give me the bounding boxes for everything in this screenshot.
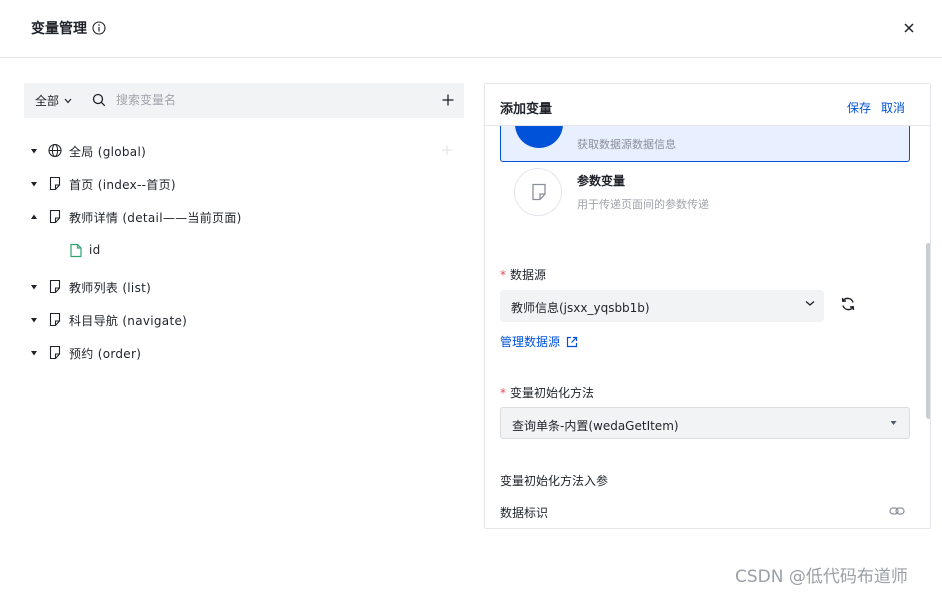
datasource-label: * 数据源 [500, 268, 547, 282]
page-icon [49, 345, 61, 360]
tree-item-label: 科目导航 (navigate) [69, 314, 188, 328]
search-input[interactable] [116, 90, 416, 110]
tree-item-detail[interactable]: 教师详情 (detail——当前页面) [0, 206, 460, 228]
add-variable-icon[interactable] [441, 93, 455, 107]
scrollbar-thumb[interactable] [926, 243, 930, 419]
close-icon[interactable] [900, 19, 918, 37]
refresh-icon[interactable] [840, 296, 856, 312]
manage-datasource-link[interactable]: 管理数据源 [500, 333, 578, 350]
caret-down-icon[interactable] [30, 283, 38, 291]
caret-down-icon[interactable] [30, 147, 38, 155]
caret-down-icon [890, 421, 897, 425]
cancel-button[interactable]: 取消 [881, 99, 905, 116]
page-icon [49, 209, 61, 224]
tree-item-navigate[interactable]: 科目导航 (navigate) [0, 309, 460, 331]
datasource-select[interactable]: 教师信息(jsxx_yqsbb1b) [500, 290, 824, 322]
tree-item-id[interactable]: id [0, 240, 460, 262]
init-method-select-value: 查询单条-内置(wedaGetItem) [512, 419, 679, 433]
caret-up-icon[interactable] [30, 213, 38, 221]
caret-down-icon[interactable] [30, 180, 38, 188]
add-variable-panel: 添加变量 保存 取消 获取数据源数据信息 参数变量 用于传递页面间的参数传递 *… [484, 83, 931, 529]
page-icon [49, 312, 61, 327]
info-icon[interactable] [92, 21, 106, 35]
variable-toolbar: 全部 [24, 83, 464, 118]
tree-item-label: id [89, 243, 101, 257]
page-icon [532, 183, 546, 201]
tree-item-label: 教师列表 (list) [69, 281, 152, 295]
panel-header: 添加变量 保存 取消 [485, 84, 930, 126]
tree-item-label: 预约 (order) [69, 347, 142, 361]
watermark: CSDN @低代码布道师 [735, 567, 908, 587]
add-icon[interactable] [441, 144, 453, 156]
datasource-variable-card[interactable]: 获取数据源数据信息 [500, 126, 910, 162]
save-button[interactable]: 保存 [847, 99, 871, 116]
datasource-variable-icon [515, 126, 563, 148]
tree-item-list[interactable]: 教师列表 (list) [0, 276, 460, 298]
tree-item-label: 教师详情 (detail——当前页面) [69, 211, 242, 225]
link-icon[interactable] [889, 506, 905, 516]
tree-item-global[interactable]: 全局 (global) [0, 140, 460, 162]
scope-select-label: 全部 [35, 94, 60, 108]
data-id-label: 数据标识 [500, 506, 549, 520]
search-icon [92, 93, 106, 107]
param-variable-icon [514, 168, 562, 216]
dialog-header: 变量管理 [0, 0, 942, 58]
init-params-label: 变量初始化方法入参 [500, 474, 609, 488]
init-method-label: * 变量初始化方法 [500, 386, 595, 400]
card-desc: 获取数据源数据信息 [577, 138, 676, 151]
chevron-down-icon [64, 98, 72, 103]
tree-item-index[interactable]: 首页 (index--首页) [0, 173, 460, 195]
caret-down-icon[interactable] [30, 316, 38, 324]
param-card-desc: 用于传递页面间的参数传递 [577, 198, 709, 211]
tree-item-order[interactable]: 预约 (order) [0, 342, 460, 364]
required-mark: * [500, 268, 506, 282]
required-mark: * [500, 386, 506, 400]
external-link-icon [566, 336, 578, 347]
page-icon [49, 279, 61, 294]
scope-select[interactable]: 全部 [35, 92, 72, 109]
panel-title: 添加变量 [500, 102, 553, 117]
file-icon [70, 243, 82, 258]
tree-item-label: 首页 (index--首页) [69, 178, 176, 192]
param-card-title: 参数变量 [577, 174, 626, 188]
globe-icon [48, 143, 62, 158]
dialog-title: 变量管理 [31, 21, 87, 37]
panel-body: 获取数据源数据信息 参数变量 用于传递页面间的参数传递 * 数据源 教师信息(js… [485, 126, 922, 528]
caret-down-icon[interactable] [30, 349, 38, 357]
chevron-down-icon [805, 301, 815, 306]
datasource-select-value: 教师信息(jsxx_yqsbb1b) [511, 301, 650, 315]
init-method-select[interactable]: 查询单条-内置(wedaGetItem) [500, 407, 910, 439]
param-variable-card[interactable]: 参数变量 用于传递页面间的参数传递 [500, 162, 910, 226]
page-icon [49, 176, 61, 191]
tree-item-label: 全局 (global) [69, 145, 147, 159]
